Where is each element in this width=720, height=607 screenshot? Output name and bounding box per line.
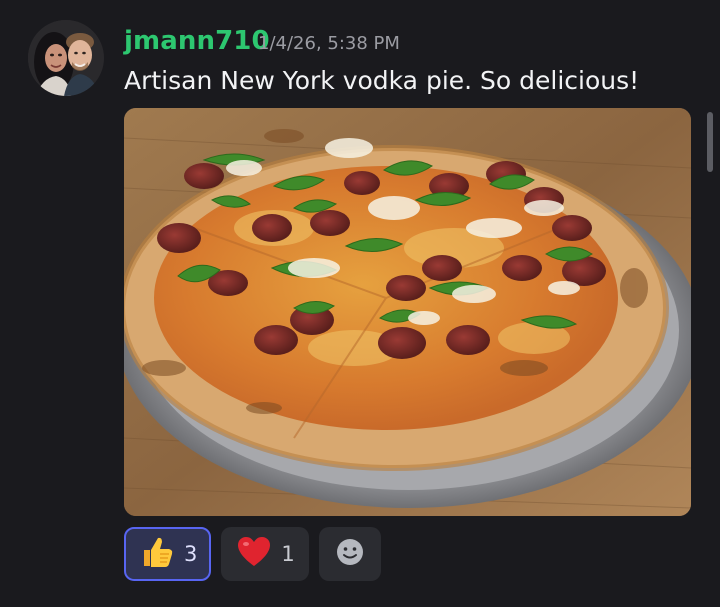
add-reaction-button[interactable] (318, 527, 381, 581)
reaction-thumbs-up[interactable]: 3 (124, 527, 212, 581)
reaction-heart[interactable]: 1 (221, 527, 309, 581)
reaction-bar: 3 1 (124, 527, 381, 581)
message-content: Artisan New York vodka pie. So delicious… (124, 66, 640, 95)
reaction-count: 3 (184, 542, 198, 566)
reaction-count: 1 (281, 542, 295, 566)
smiley-face-icon (334, 536, 366, 572)
scrollbar-thumb[interactable] (707, 112, 713, 172)
heart-icon (235, 533, 273, 575)
thumbs-up-icon (138, 533, 176, 575)
image-attachment[interactable] (124, 108, 691, 516)
message-timestamp: 1/4/26, 5:38 PM (258, 33, 400, 54)
author-avatar[interactable] (28, 20, 104, 96)
author-name[interactable]: jmann710 (124, 26, 270, 56)
